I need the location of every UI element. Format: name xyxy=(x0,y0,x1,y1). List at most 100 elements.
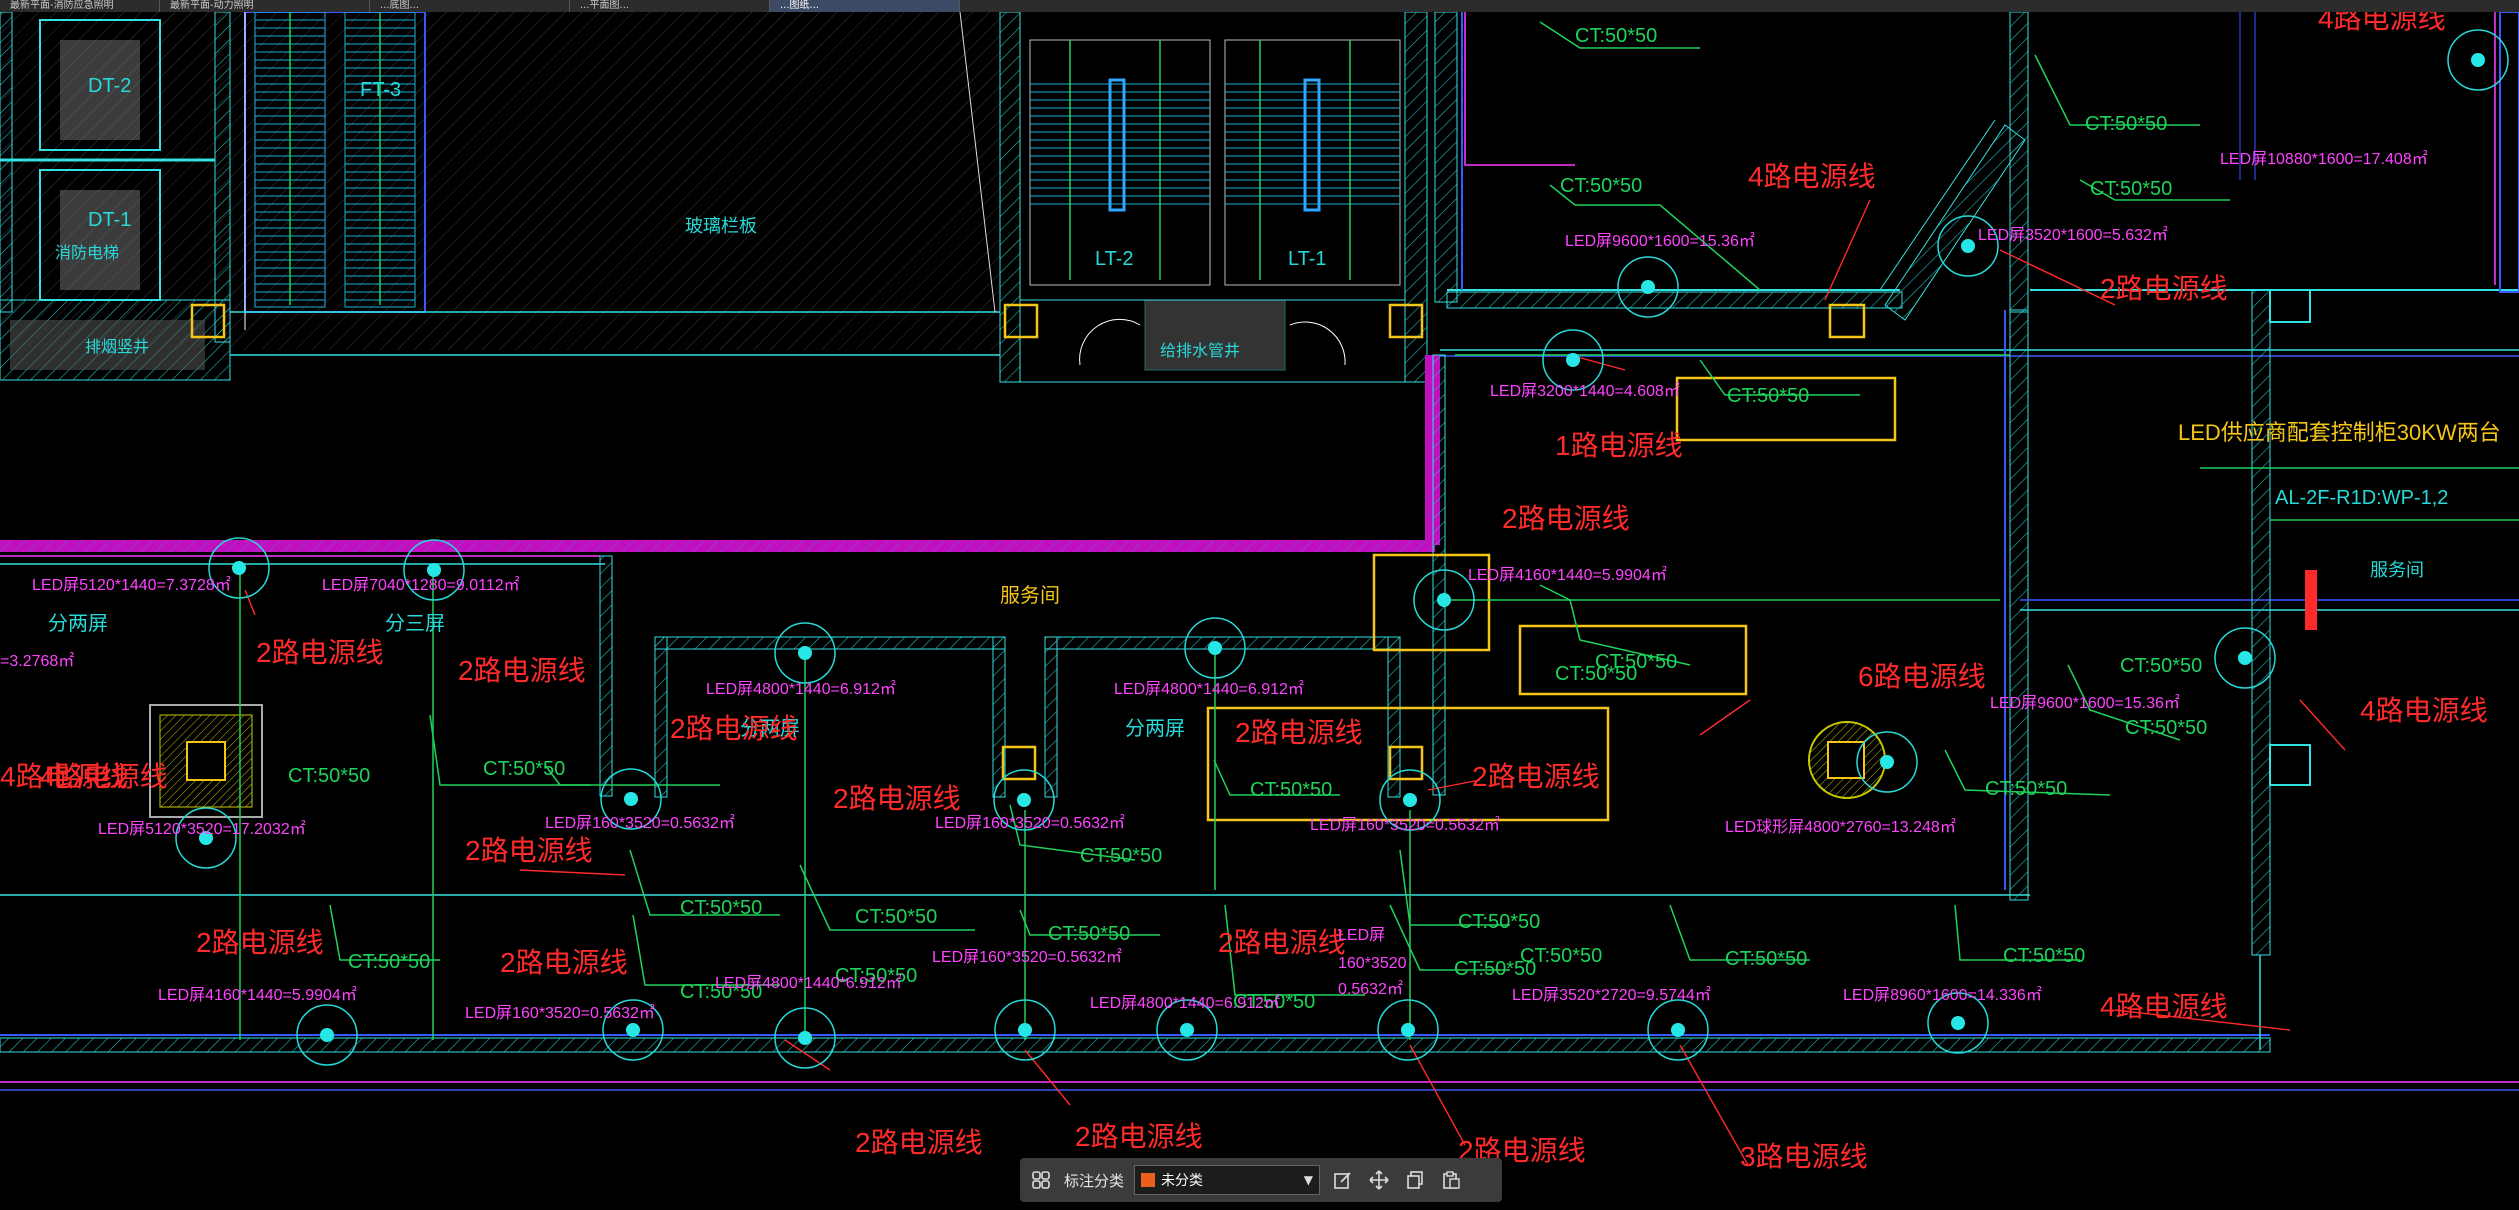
led-cabinet-label: LED供应商配套控制柜30KW两台 xyxy=(2178,420,2501,445)
fixture-marker-dot xyxy=(2238,651,2252,665)
cable-tray-label: CT:50*50 xyxy=(2120,655,2202,677)
panel-ref-label: AL-2F-R1D:WP-1,2 xyxy=(2275,487,2448,509)
edit-icon[interactable] xyxy=(1330,1167,1356,1193)
cable-tray-label: CT:50*50 xyxy=(1250,779,1332,801)
power-line-label: 2路电源线 xyxy=(833,783,961,814)
led-screen-label: LED屏3520*2720=9.5744㎡ xyxy=(1512,986,1711,1004)
power-line-label: 3路电源线 xyxy=(1740,1141,1868,1172)
chevron-down-icon: ▼ xyxy=(1303,1173,1314,1187)
fixture-marker-dot xyxy=(1641,280,1655,294)
grid-icon[interactable] xyxy=(1028,1167,1054,1193)
led-screen-label: LED屏4160*1440=5.9904㎡ xyxy=(158,986,357,1004)
cable-tray-label: CT:50*50 xyxy=(1725,948,1807,970)
cable-tray-label: CT:50*50 xyxy=(1520,945,1602,967)
fixture-marker-dot xyxy=(1180,1023,1194,1037)
stair-lt1-label: LT-1 xyxy=(1288,248,1327,270)
led-screen-label: LED屏4800*1440=6.912㎡ xyxy=(1114,680,1304,698)
power-line-label: 4路电源线 xyxy=(0,761,128,792)
led-screen-label: LED屏160*3520=0.5632㎡ xyxy=(935,814,1125,832)
led-screen-label: LED屏7040*1280=9.0112㎡ xyxy=(322,576,520,594)
screen-split-label: 分两屏 xyxy=(48,612,108,635)
power-line-label: 2路电源线 xyxy=(855,1127,983,1158)
cable-tray-label: CT:50*50 xyxy=(348,951,430,973)
fixture-marker-dot xyxy=(1880,755,1894,769)
fixture-marker-dot xyxy=(798,1031,812,1045)
fixture-marker-dot xyxy=(626,1023,640,1037)
cable-tray-label: CT:50*50 xyxy=(1560,175,1642,197)
led-screen-label: LED屏160*3520=0.5632㎡ xyxy=(1310,816,1500,834)
power-line-label: 4路电源线 xyxy=(1748,161,1876,192)
power-line-label: 2路电源线 xyxy=(1235,717,1363,748)
cad-drawing-canvas[interactable]: DT-2 DT-1 FT-3 LT-2 LT-1 玻璃栏板 排烟竖井 给排水管井… xyxy=(0,12,2519,1210)
power-line-label: 2路电源线 xyxy=(196,927,324,958)
cable-tray-label: CT:50*50 xyxy=(2085,113,2167,135)
power-line-label: 4路电源线 xyxy=(2100,991,2228,1022)
power-line-label: 2路电源线 xyxy=(2100,273,2228,304)
power-line-label: 2路电源线 xyxy=(458,655,586,686)
led-screen-label: LED屏160*3520=0.5632㎡ xyxy=(465,1004,655,1022)
file-tab-strip: 最新平面-消防应急照明 最新平面-动力照明 ...底图... ...平面图...… xyxy=(0,0,2519,12)
fixture-marker-dot xyxy=(1961,239,1975,253)
led-screen-label: LED屏10880*1600=17.408㎡ xyxy=(2220,150,2428,168)
file-tab[interactable]: 最新平面-消防应急照明 xyxy=(0,0,160,12)
power-line-label: 2路电源线 xyxy=(670,713,798,744)
fixture-marker-dot xyxy=(1403,793,1417,807)
power-line-label: 4路电源线 xyxy=(2360,695,2488,726)
cable-tray-label: CT:50*50 xyxy=(855,906,937,928)
category-label: 标注分类 xyxy=(1064,1172,1125,1190)
fixture-marker-dot xyxy=(1671,1023,1685,1037)
cable-tray-label: CT:50*50 xyxy=(680,897,762,919)
glass-rail-label: 玻璃栏板 xyxy=(685,216,757,236)
cable-tray-label: CT:50*50 xyxy=(1575,25,1657,47)
cable-tray-label: CT:50*50 xyxy=(2125,717,2207,739)
category-dropdown[interactable]: 未分类 ▼ xyxy=(1134,1165,1321,1195)
led-screen-label: LED屏3520*1600=5.632㎡ xyxy=(1978,226,2168,244)
fixture-marker-dot xyxy=(1208,641,1222,655)
file-tab[interactable]: 最新平面-动力照明 xyxy=(160,0,370,12)
power-line-label: 2路电源线 xyxy=(465,835,593,866)
paste-icon[interactable] xyxy=(1438,1167,1464,1193)
fixture-marker-dot xyxy=(1018,1023,1032,1037)
annotation-toolbar: 标注分类 未分类 ▼ xyxy=(1020,1158,1502,1202)
fixture-marker-dot xyxy=(1401,1023,1415,1037)
escalator-ft3-label: FT-3 xyxy=(360,79,401,101)
led-screen-label: LED屏8960*1600=14.336㎡ xyxy=(1843,986,2042,1004)
fire-elevator-label: 消防电梯 xyxy=(55,244,119,262)
led-screen-label: LED屏 xyxy=(1338,927,1385,944)
pipe-shaft-label: 给排水管井 xyxy=(1160,342,1240,360)
led-screen-label: LED球形屏4800*2760=13.248㎡ xyxy=(1725,818,1956,836)
file-tab[interactable]: ...平面图... xyxy=(570,0,770,12)
service-room-label: 服务间 xyxy=(1000,584,1060,607)
led-screen-label: LED屏4800*1440=6.912㎡ xyxy=(1090,994,1280,1012)
copy-icon[interactable] xyxy=(1402,1167,1428,1193)
power-line-label: 1路电源线 xyxy=(1555,430,1683,461)
cable-tray-label: CT:50*50 xyxy=(1555,663,1637,685)
elevator-dt2-label: DT-2 xyxy=(88,75,131,97)
cable-tray-label: CT:50*50 xyxy=(1048,923,1130,945)
led-screen-label: LED屏4160*1440=5.9904㎡ xyxy=(1468,566,1667,584)
file-tab[interactable]: ...底图... xyxy=(370,0,570,12)
power-line-label: 2路电源线 xyxy=(1218,927,1346,958)
led-screen-label: 160*3520 xyxy=(1338,955,1407,972)
fixture-marker-dot xyxy=(1951,1016,1965,1030)
power-line-label: 2路电源线 xyxy=(500,947,628,978)
cable-tray-label: CT:50*50 xyxy=(1458,911,1540,933)
led-screen-label: =3.2768㎡ xyxy=(0,652,74,670)
move-icon[interactable] xyxy=(1366,1167,1392,1193)
elevator-dt1-label: DT-1 xyxy=(88,209,131,231)
led-screen-label: LED屏9600*1600=15.36㎡ xyxy=(1990,694,2180,712)
fixture-marker-dot xyxy=(624,792,638,806)
service-room-label: 服务间 xyxy=(2370,560,2424,580)
led-screen-label: LED屏4800*1440*6.912㎡ xyxy=(715,974,902,992)
file-tab-active[interactable]: ...图纸... xyxy=(770,0,960,12)
cable-tray-label: CT:50*50 xyxy=(288,765,370,787)
power-line-label: 2路电源线 xyxy=(1075,1121,1203,1152)
fixture-marker-dot xyxy=(1017,793,1031,807)
led-screen-label: LED屏160*3520=0.5632㎡ xyxy=(545,814,735,832)
category-value: 未分类 xyxy=(1161,1172,1204,1188)
screen-split-label: 分两屏 xyxy=(1125,717,1185,740)
fixture-marker-dot xyxy=(232,561,246,575)
power-line-label: 2路电源线 xyxy=(1472,761,1600,792)
screen-split-label: 分三屏 xyxy=(385,612,445,635)
cable-tray-label: CT:50*50 xyxy=(2003,945,2085,967)
